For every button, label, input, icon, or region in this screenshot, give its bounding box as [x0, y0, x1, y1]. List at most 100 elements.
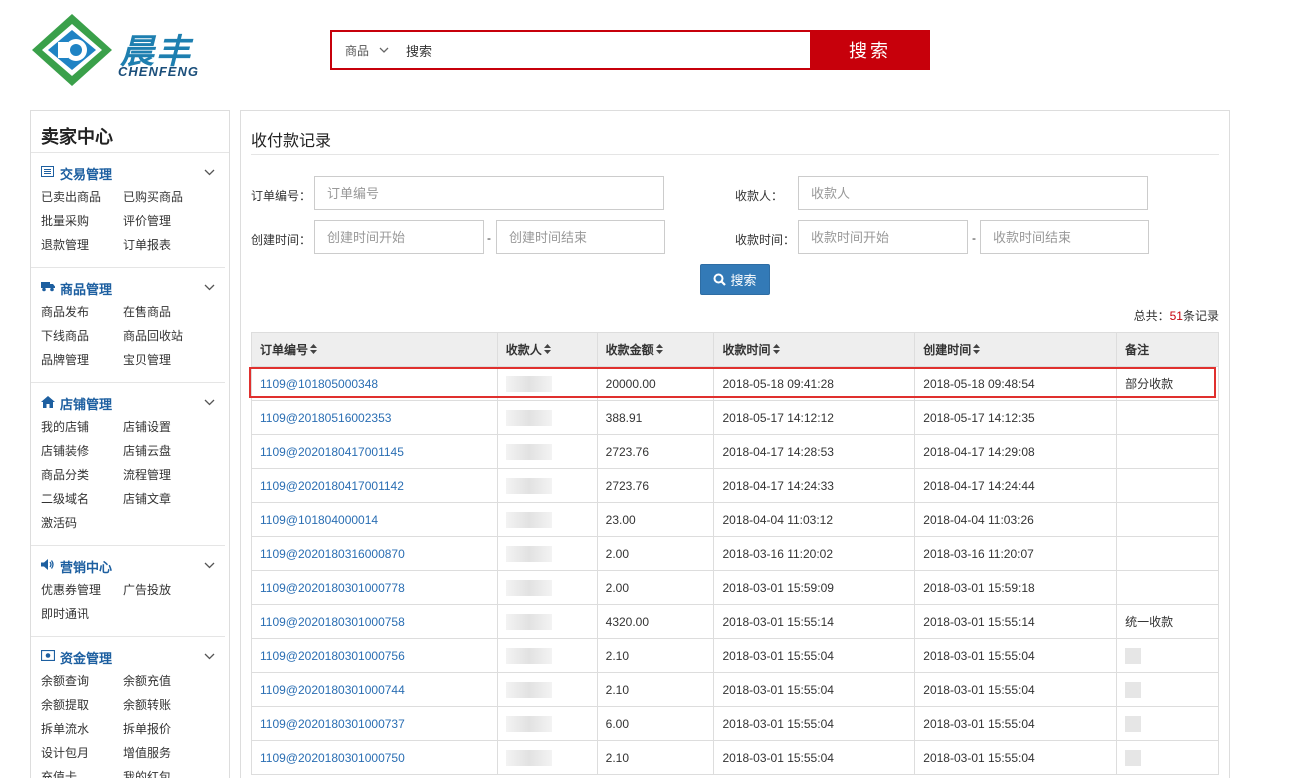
- redacted-payee: [505, 511, 552, 528]
- table-cell-order[interactable]: 1109@101805000348: [251, 366, 498, 401]
- sidebar-section-header[interactable]: 店铺管理: [41, 393, 215, 413]
- table-row: 1109@2020180316000870 2.00 2018-03-16 11:2…: [251, 536, 1219, 571]
- sidebar-item[interactable]: 广告投放: [123, 578, 205, 602]
- sidebar-item[interactable]: 激活码: [41, 511, 123, 535]
- column-header[interactable]: 收款时间: [713, 332, 916, 367]
- table-cell-order[interactable]: 1109@20180516002353: [251, 400, 498, 435]
- sort-icon[interactable]: [973, 344, 981, 356]
- table-row: 1109@2020180301000758 4320.00 2018-03-01 1…: [251, 604, 1219, 639]
- table-cell-note: [1116, 502, 1219, 537]
- sidebar-item[interactable]: 余额提取: [41, 693, 123, 717]
- volume-icon: [41, 559, 55, 573]
- sidebar-section: 商品管理 商品发布 在售商品 下线商品 商品回收站 品牌管理 宝贝管理: [31, 268, 225, 383]
- table-cell-created: 2018-04-17 14:24:44: [914, 468, 1118, 503]
- table-cell-received: 2018-04-17 14:28:53: [713, 434, 916, 469]
- table-cell-note: [1116, 434, 1219, 469]
- sidebar-item[interactable]: 余额查询: [41, 669, 123, 693]
- chevron-down-icon: [204, 651, 215, 663]
- sidebar-item[interactable]: 退款管理: [41, 233, 123, 257]
- title-divider: [251, 154, 1219, 155]
- sidebar-item[interactable]: 拆单流水: [41, 717, 123, 741]
- column-header[interactable]: 订单编号: [251, 332, 498, 367]
- payee-label: 收款人：: [735, 189, 784, 203]
- table-cell-amount: 20000.00: [596, 366, 715, 401]
- sidebar-item[interactable]: 店铺文章: [123, 487, 205, 511]
- sidebar-item[interactable]: 设计包月: [41, 741, 123, 765]
- sort-icon[interactable]: [543, 344, 551, 356]
- sidebar-section-header[interactable]: 交易管理: [41, 163, 215, 183]
- sidebar-item[interactable]: 即时通讯: [41, 602, 123, 626]
- table-cell-order[interactable]: 1109@2020180301000737: [251, 706, 498, 741]
- sidebar-item[interactable]: 店铺装修: [41, 439, 123, 463]
- sidebar-item[interactable]: 评价管理: [123, 209, 205, 233]
- sidebar-item[interactable]: 增值服务: [123, 741, 205, 765]
- sidebar-item[interactable]: 店铺云盘: [123, 439, 205, 463]
- column-header-label: 订单编号: [260, 343, 309, 357]
- sidebar-item[interactable]: 余额转账: [123, 693, 205, 717]
- sidebar-item[interactable]: 宝贝管理: [123, 348, 205, 372]
- redacted-note: [1125, 681, 1142, 698]
- sidebar-item[interactable]: 已卖出商品: [41, 185, 123, 209]
- sidebar-item[interactable]: 我的红包: [123, 765, 205, 778]
- sidebar-item[interactable]: 商品回收站: [123, 324, 205, 348]
- redacted-note: [1125, 715, 1142, 732]
- sidebar-item[interactable]: 订单报表: [123, 233, 205, 257]
- table-cell-order[interactable]: 1109@2020180301000744: [251, 672, 498, 707]
- order-no-input[interactable]: [314, 176, 664, 210]
- search-input[interactable]: [402, 32, 810, 68]
- table-cell-note: [1116, 706, 1219, 741]
- sidebar-item[interactable]: 商品分类: [41, 463, 123, 487]
- sidebar-item[interactable]: 在售商品: [123, 300, 205, 324]
- column-header[interactable]: 收款金额: [596, 332, 715, 367]
- sidebar-item[interactable]: 店铺设置: [123, 415, 205, 439]
- sidebar-section-header[interactable]: 资金管理: [40, 647, 215, 667]
- sort-icon[interactable]: [772, 344, 780, 356]
- table-cell-order[interactable]: 1109@101804000014: [251, 502, 498, 537]
- received-start-input[interactable]: [798, 220, 968, 254]
- column-header[interactable]: 收款人: [496, 332, 598, 367]
- sidebar-item[interactable]: 余额充值: [123, 669, 205, 693]
- table-cell-order[interactable]: 1109@2020180301000758: [251, 604, 498, 639]
- payee-input[interactable]: [798, 176, 1148, 210]
- sidebar-item[interactable]: 充值卡: [41, 765, 123, 778]
- redacted-payee: [505, 409, 552, 426]
- table-cell-order[interactable]: 1109@2020180417001145: [251, 434, 498, 469]
- sidebar-item[interactable]: 优惠券管理: [41, 578, 123, 602]
- created-start-input[interactable]: [314, 220, 484, 254]
- sidebar-item[interactable]: 已购买商品: [123, 185, 205, 209]
- table-cell-order[interactable]: 1109@2020180301000778: [251, 570, 498, 605]
- sidebar-item[interactable]: 商品发布: [41, 300, 123, 324]
- sort-icon[interactable]: [310, 344, 318, 356]
- created-end-input[interactable]: [496, 220, 665, 254]
- chevron-down-icon: [204, 167, 215, 179]
- logo[interactable]: 晨丰 CHENFENG: [30, 12, 230, 88]
- sidebar-section-header[interactable]: 商品管理: [41, 278, 215, 298]
- table-cell-created: 2018-05-18 09:48:54: [914, 366, 1118, 401]
- total-prefix: 总共：: [1133, 309, 1170, 323]
- table-cell-amount: 2.10: [596, 740, 715, 775]
- redacted-payee: [505, 749, 552, 766]
- search-button[interactable]: 搜索: [810, 30, 930, 70]
- sidebar-item[interactable]: 流程管理: [123, 463, 205, 487]
- table-cell-order[interactable]: 1109@2020180417001142: [251, 468, 498, 503]
- sidebar-item[interactable]: 二级域名: [41, 487, 123, 511]
- table-cell-amount: 2723.76: [596, 468, 715, 503]
- sidebar-item[interactable]: 批量采购: [41, 209, 123, 233]
- sidebar-item[interactable]: 下线商品: [41, 324, 123, 348]
- column-header-label: 收款时间: [722, 343, 771, 357]
- redacted-payee: [505, 681, 552, 698]
- column-header[interactable]: 创建时间: [914, 332, 1118, 367]
- sidebar-section-header[interactable]: 营销中心: [41, 556, 215, 576]
- truck-icon: [41, 281, 55, 295]
- column-header-label: 备注: [1125, 343, 1150, 357]
- sidebar-item[interactable]: 我的店铺: [41, 415, 123, 439]
- received-end-input[interactable]: [980, 220, 1149, 254]
- query-button[interactable]: 搜索: [700, 264, 770, 295]
- table-cell-order[interactable]: 1109@2020180301000750: [251, 740, 498, 775]
- sidebar-item[interactable]: 品牌管理: [41, 348, 123, 372]
- table-cell-order[interactable]: 1109@2020180301000756: [251, 638, 498, 673]
- sidebar-item[interactable]: 拆单报价: [123, 717, 205, 741]
- table-cell-order[interactable]: 1109@2020180316000870: [251, 536, 498, 571]
- search-category-select[interactable]: 商品: [332, 32, 402, 68]
- sort-icon[interactable]: [655, 344, 663, 356]
